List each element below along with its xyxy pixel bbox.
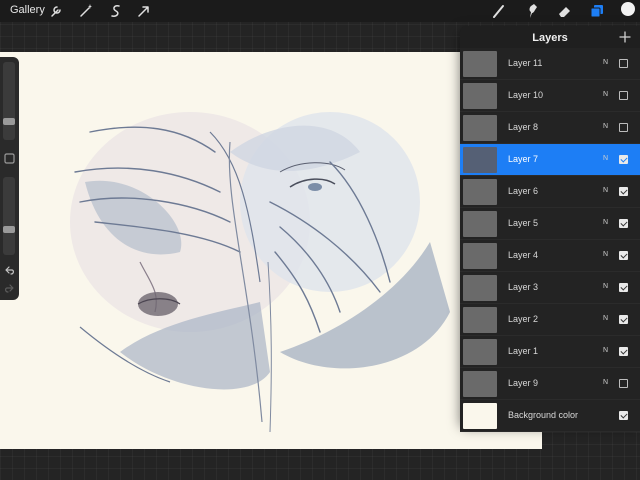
layer-name: Layer 10 — [508, 90, 544, 100]
magic-wand-icon[interactable] — [78, 3, 94, 19]
layer-visibility-checkbox[interactable] — [619, 155, 628, 164]
blend-mode-button[interactable]: N — [603, 187, 608, 194]
layer-thumbnail — [463, 51, 497, 77]
layer-name: Layer 4 — [508, 250, 539, 260]
brush-size-slider[interactable] — [3, 62, 15, 140]
layer-row[interactable]: Layer 8 N — [460, 112, 640, 144]
layer-name: Background color — [508, 410, 579, 420]
blend-mode-button[interactable]: N — [603, 219, 608, 226]
layer-row[interactable]: Layer 3 N — [460, 272, 640, 304]
layer-visibility-checkbox[interactable] — [619, 59, 628, 68]
gallery-button[interactable]: Gallery — [10, 4, 45, 16]
layer-thumbnail — [463, 275, 497, 301]
layer-thumbnail — [463, 83, 497, 109]
layer-row[interactable]: Layer 11 N — [460, 48, 640, 80]
layer-visibility-checkbox[interactable] — [619, 379, 628, 388]
smudge-icon[interactable] — [524, 2, 542, 20]
layer-visibility-checkbox[interactable] — [619, 219, 628, 228]
redo-icon[interactable] — [3, 282, 16, 295]
layer-row[interactable]: Layer 2 N — [460, 304, 640, 336]
layer-thumbnail — [463, 115, 497, 141]
layer-thumbnail — [463, 211, 497, 237]
background-color-swatch[interactable] — [463, 403, 497, 429]
layer-thumbnail — [463, 179, 497, 205]
layer-visibility-checkbox[interactable] — [619, 123, 628, 132]
background-color-row[interactable]: Background color — [460, 400, 640, 432]
layer-name: Layer 3 — [508, 282, 539, 292]
blend-mode-button[interactable]: N — [603, 91, 608, 98]
blend-mode-button[interactable]: N — [603, 379, 608, 386]
add-layer-icon[interactable] — [618, 30, 632, 44]
blend-mode-button[interactable]: N — [603, 283, 608, 290]
brush-size-thumb[interactable] — [3, 117, 15, 125]
layer-row[interactable]: Layer 10 N — [460, 80, 640, 112]
panel-title: Layers — [532, 32, 568, 44]
layer-name: Layer 7 — [508, 154, 539, 164]
layer-visibility-checkbox[interactable] — [619, 251, 628, 260]
layer-row[interactable]: Layer 5 N — [460, 208, 640, 240]
modify-button-icon[interactable] — [3, 152, 16, 165]
left-sidebar — [0, 57, 19, 300]
layer-thumbnail — [463, 339, 497, 365]
blend-mode-button[interactable]: N — [603, 155, 608, 162]
layer-thumbnail — [463, 371, 497, 397]
transform-arrow-icon[interactable] — [136, 3, 152, 19]
top-toolbar: Gallery — [0, 0, 640, 22]
layer-name: Layer 2 — [508, 314, 539, 324]
layer-name: Layer 9 — [508, 378, 539, 388]
layer-visibility-checkbox[interactable] — [619, 315, 628, 324]
layer-row[interactable]: Layer 9 N — [460, 368, 640, 400]
blend-mode-button[interactable]: N — [603, 59, 608, 66]
layer-name: Layer 6 — [508, 186, 539, 196]
blend-mode-button[interactable]: N — [603, 347, 608, 354]
layer-visibility-checkbox[interactable] — [619, 91, 628, 100]
background-visibility-checkbox[interactable] — [619, 411, 628, 420]
layer-name: Layer 11 — [508, 58, 543, 68]
layer-visibility-checkbox[interactable] — [619, 187, 628, 196]
blend-mode-button[interactable]: N — [603, 251, 608, 258]
layers-panel: Layers Layer 11 N Layer 10 N Layer 8 N Layer 7… — [460, 26, 640, 432]
layers-icon[interactable] — [588, 2, 606, 20]
layer-row[interactable]: Layer 6 N — [460, 176, 640, 208]
layer-name: Layer 5 — [508, 218, 539, 228]
layer-row[interactable]: Layer 1 N — [460, 336, 640, 368]
wrench-icon[interactable] — [48, 3, 64, 19]
layer-visibility-checkbox[interactable] — [619, 347, 628, 356]
blend-mode-button[interactable]: N — [603, 123, 608, 130]
eraser-icon[interactable] — [556, 2, 574, 20]
selection-icon[interactable] — [108, 3, 124, 19]
color-picker-swatch[interactable] — [621, 2, 635, 16]
brush-icon[interactable] — [490, 2, 508, 20]
layer-visibility-checkbox[interactable] — [619, 283, 628, 292]
layer-list: Layer 11 N Layer 10 N Layer 8 N Layer 7 N Layer … — [460, 48, 640, 432]
layer-thumbnail — [463, 243, 497, 269]
layer-name: Layer 1 — [508, 346, 539, 356]
layer-row[interactable]: Layer 4 N — [460, 240, 640, 272]
layer-thumbnail — [463, 147, 497, 173]
blend-mode-button[interactable]: N — [603, 315, 608, 322]
undo-icon[interactable] — [3, 264, 16, 277]
layer-row[interactable]: Layer 7 N — [460, 144, 640, 176]
layer-name: Layer 8 — [508, 122, 539, 132]
layer-thumbnail — [463, 307, 497, 333]
opacity-slider[interactable] — [3, 177, 15, 255]
opacity-thumb[interactable] — [3, 226, 15, 234]
